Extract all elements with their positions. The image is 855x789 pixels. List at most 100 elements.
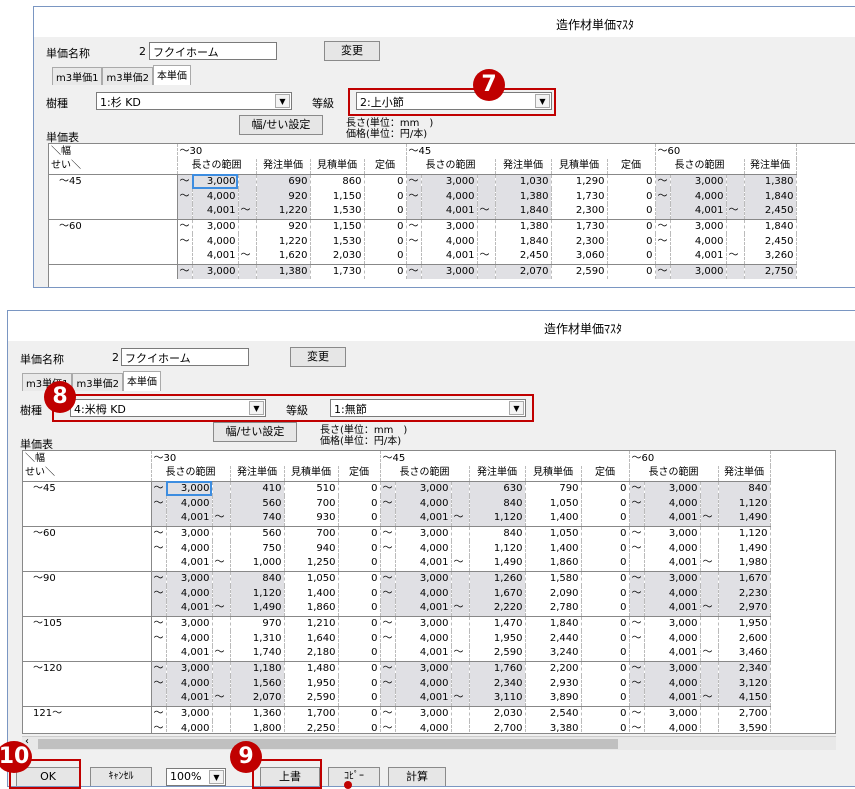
table-cell[interactable]: [212, 721, 231, 733]
table-cell[interactable]: 1,950: [284, 676, 339, 691]
cancel-button[interactable]: ｷｬﾝｾﾙ: [90, 767, 152, 786]
table-cell[interactable]: 4,000: [192, 234, 239, 249]
table-cell[interactable]: ～: [380, 481, 396, 496]
calculate-button[interactable]: 計算: [388, 767, 446, 786]
table-cell[interactable]: 1,760: [469, 661, 526, 676]
table-cell[interactable]: 3,000: [395, 526, 452, 541]
table-cell[interactable]: ～: [451, 691, 470, 707]
table-cell[interactable]: [212, 661, 231, 676]
table-cell[interactable]: 1,560: [230, 676, 285, 691]
table-cell[interactable]: 4,001: [644, 691, 701, 707]
table-cell[interactable]: 790: [525, 481, 582, 496]
table-cell[interactable]: 0: [364, 264, 407, 279]
horizontal-scrollbar[interactable]: ‹: [22, 736, 836, 750]
table-cell[interactable]: [212, 496, 231, 511]
table-cell[interactable]: 1,050: [525, 526, 582, 541]
table-cell[interactable]: 0: [364, 234, 407, 249]
table-cell[interactable]: ～: [380, 631, 396, 646]
table-cell[interactable]: 2,590: [551, 264, 608, 279]
table-cell[interactable]: [238, 219, 257, 234]
table-cell[interactable]: ～: [629, 481, 645, 496]
table-cell[interactable]: 0: [581, 676, 630, 691]
table-cell[interactable]: 1,400: [284, 586, 339, 601]
tab-m3-price-1[interactable]: m3単価1: [52, 67, 103, 85]
table-cell[interactable]: 0: [338, 496, 381, 511]
table-cell[interactable]: 3,000: [644, 706, 701, 721]
table-cell[interactable]: 1,400: [525, 541, 582, 556]
table-cell[interactable]: 0: [338, 481, 381, 496]
table-cell[interactable]: 4,000: [166, 586, 213, 601]
table-cell[interactable]: 4,001: [166, 601, 213, 617]
table-cell[interactable]: 0: [338, 511, 381, 527]
table-cell[interactable]: 0: [338, 571, 381, 586]
table-cell[interactable]: 3,060: [551, 249, 608, 265]
table-cell[interactable]: ～: [151, 676, 167, 691]
table-cell[interactable]: ～: [406, 234, 422, 249]
table-cell[interactable]: ～: [177, 264, 193, 279]
table-cell[interactable]: [629, 556, 645, 572]
table-cell[interactable]: 2,590: [469, 646, 526, 662]
dropdown-arrow-icon[interactable]: ▼: [275, 94, 290, 108]
table-cell[interactable]: 1,530: [310, 204, 365, 220]
table-cell[interactable]: ～: [212, 691, 231, 707]
table-cell[interactable]: ～: [380, 616, 396, 631]
table-cell[interactable]: ～: [151, 616, 167, 631]
table-cell[interactable]: [212, 526, 231, 541]
table-cell[interactable]: [726, 219, 745, 234]
table-cell[interactable]: ～: [380, 496, 396, 511]
table-cell[interactable]: [451, 676, 470, 691]
table-cell[interactable]: [477, 174, 496, 189]
table-cell[interactable]: 4,000: [395, 676, 452, 691]
table-cell[interactable]: [177, 249, 193, 265]
table-cell[interactable]: ～: [238, 204, 257, 220]
table-cell[interactable]: 0: [607, 189, 656, 204]
table-cell[interactable]: ～: [700, 556, 719, 572]
table-cell[interactable]: 2,070: [230, 691, 285, 707]
table-cell[interactable]: [700, 481, 719, 496]
table-cell[interactable]: 1,840: [495, 234, 552, 249]
table-cell[interactable]: [629, 646, 645, 662]
table-cell[interactable]: ～: [212, 511, 231, 527]
table-cell[interactable]: 4,001: [192, 249, 239, 265]
table-cell[interactable]: 2,750: [744, 264, 797, 279]
table-cell[interactable]: 0: [581, 586, 630, 601]
table-cell[interactable]: ～: [380, 541, 396, 556]
table-cell[interactable]: 1,120: [469, 541, 526, 556]
table-cell[interactable]: 1,860: [525, 556, 582, 572]
table-cell[interactable]: ～: [380, 661, 396, 676]
table-cell[interactable]: 2,440: [525, 631, 582, 646]
table-cell[interactable]: 4,001: [395, 691, 452, 707]
table-cell[interactable]: 1,840: [744, 189, 797, 204]
table-cell[interactable]: 4,000: [644, 586, 701, 601]
table-cell[interactable]: 1,180: [230, 661, 285, 676]
table-cell[interactable]: 4,000: [644, 631, 701, 646]
table-cell[interactable]: 3,000: [166, 571, 213, 586]
table-cell[interactable]: ～: [629, 571, 645, 586]
table-cell[interactable]: 1,670: [718, 571, 771, 586]
table-cell[interactable]: 4,001: [395, 556, 452, 572]
table-cell[interactable]: 0: [581, 646, 630, 662]
table-cell[interactable]: 2,340: [469, 676, 526, 691]
table-cell[interactable]: 3,000: [421, 264, 478, 279]
table-cell[interactable]: [177, 204, 193, 220]
table-cell[interactable]: ～: [451, 601, 470, 617]
table-cell[interactable]: 2,220: [469, 601, 526, 617]
table-cell[interactable]: 0: [607, 174, 656, 189]
table-cell[interactable]: ～: [451, 646, 470, 662]
table-cell[interactable]: 410: [230, 481, 285, 496]
unit-price-name-field[interactable]: フクイホーム: [149, 42, 277, 60]
table-cell[interactable]: ～: [726, 249, 745, 265]
table-cell[interactable]: 840: [469, 496, 526, 511]
table-cell[interactable]: 3,000: [395, 481, 452, 496]
table-cell[interactable]: 1,380: [495, 189, 552, 204]
table-cell[interactable]: 4,001: [395, 601, 452, 617]
table-cell[interactable]: ～: [380, 571, 396, 586]
table-cell[interactable]: ～: [700, 646, 719, 662]
table-cell[interactable]: 1,470: [469, 616, 526, 631]
table-cell[interactable]: [212, 631, 231, 646]
table-cell[interactable]: 3,000: [166, 661, 213, 676]
table-cell[interactable]: ～: [629, 676, 645, 691]
table-cell[interactable]: 0: [364, 174, 407, 189]
table-cell[interactable]: [212, 586, 231, 601]
table-cell[interactable]: 1,980: [718, 556, 771, 572]
